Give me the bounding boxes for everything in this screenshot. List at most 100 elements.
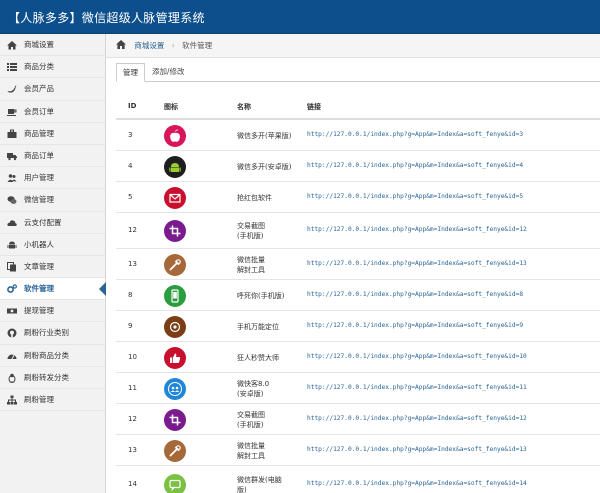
- cup-icon: [7, 107, 17, 117]
- table-row: 12 交易截图 (手机版) http://127.0.0.1/index.php?g=…: [116, 213, 600, 249]
- table-row: 10 狂人秒赞大师 http://127.0.0.1/index.php?g=App…: [116, 342, 600, 373]
- sidebar-item-label: 商城设置: [24, 40, 54, 49]
- row-link[interactable]: http://127.0.0.1/index.php?g=App&m=Index…: [307, 260, 527, 267]
- sidebar-item[interactable]: 会员订单: [0, 101, 105, 123]
- android-icon: [7, 240, 17, 250]
- sidebar-item-label: 商品管理: [24, 128, 54, 138]
- sidebar-item[interactable]: 刷粉转发分类: [0, 367, 105, 389]
- sidebar-item-label: 用户管理: [24, 173, 54, 183]
- row-name-line: 微信批量: [237, 442, 265, 450]
- users-circle-icon: [164, 378, 186, 400]
- android-icon: [164, 156, 186, 178]
- app-title: 【人脉多多】微信超级人脉管理系统: [8, 11, 205, 25]
- sidebar-item-label: 会员订单: [24, 106, 54, 116]
- row-link[interactable]: http://127.0.0.1/index.php?g=App&m=Index…: [307, 226, 527, 233]
- row-name-line: 解封工具: [237, 452, 265, 460]
- money-icon: [7, 306, 17, 316]
- cloud-icon: [7, 218, 17, 228]
- row-name-line: 微快客8.0: [237, 380, 270, 388]
- sidebar-item[interactable]: 提现管理: [0, 300, 105, 323]
- row-link[interactable]: http://127.0.0.1/index.php?g=App&m=Index…: [307, 446, 527, 453]
- tachometer-icon: [7, 351, 17, 361]
- tab-bar: 管理 添加/修改: [116, 63, 600, 82]
- row-name: 交易截图 (手机版): [237, 221, 265, 241]
- cogs-icon: [7, 284, 17, 294]
- row-name: 呼死你(手机版): [237, 291, 284, 301]
- sidebar-item[interactable]: 商品订单: [0, 145, 105, 168]
- sidebar-item[interactable]: 商城设置: [0, 34, 105, 57]
- row-id: 12: [128, 415, 137, 423]
- sidebar-item[interactable]: 微信管理: [0, 189, 105, 212]
- crop-icon: [164, 409, 186, 431]
- sidebar-item[interactable]: 刷粉商品分类: [0, 345, 105, 367]
- sidebar: 商城设置商品分类 会员产品会员订单商品管理商品订单用户管理微信管理云支付配置小机器…: [0, 34, 106, 493]
- row-name: 微快客8.0 (安卓版): [237, 379, 269, 399]
- breadcrumb-separator: ›: [171, 41, 175, 50]
- sidebar-item-label: 文章管理: [24, 261, 54, 271]
- row-name-line: (安卓版): [237, 390, 264, 398]
- header-name: 名称: [237, 103, 251, 111]
- row-id: 8: [128, 291, 133, 299]
- sitemap-icon: [7, 395, 17, 405]
- row-link[interactable]: http://127.0.0.1/index.php?g=App&m=Index…: [307, 353, 527, 360]
- users-icon: [7, 173, 17, 183]
- breadcrumb-parent-link[interactable]: 商城设置: [134, 41, 164, 50]
- row-name-line: 交易截图: [237, 411, 265, 419]
- breadcrumb-current: 软件管理: [182, 41, 213, 50]
- row-name: 抢红包软件: [237, 193, 272, 203]
- briefcase-icon: [7, 129, 17, 139]
- row-name: 微信批量 解封工具: [237, 441, 265, 461]
- row-link[interactable]: http://127.0.0.1/index.php?g=App&m=Index…: [307, 291, 523, 298]
- row-name-line: 版): [237, 486, 247, 493]
- linux-icon: [7, 373, 17, 383]
- table-row: 8 呼死你(手机版) http://127.0.0.1/index.php?g=Ap…: [116, 280, 600, 311]
- row-name: 手机万能定位: [237, 322, 279, 332]
- table-row: 13 微信批量 解封工具 http://127.0.0.1/index.php?g=A…: [116, 435, 600, 466]
- sidebar-item[interactable]: 文章管理: [0, 256, 105, 279]
- row-name-line: 狂人秒赞大师: [237, 354, 279, 362]
- sidebar-item[interactable]: 会员产品: [0, 78, 105, 101]
- tab-manage[interactable]: 管理: [116, 63, 145, 82]
- sidebar-item[interactable]: 商品管理: [0, 123, 105, 145]
- sidebar-item[interactable]: 小机器人: [0, 234, 105, 256]
- table-row: 13 微信批量 解封工具 http://127.0.0.1/index.php?g=A…: [116, 249, 600, 280]
- row-name-line: (手机版): [237, 421, 264, 429]
- top-header: 【人脉多多】微信超级人脉管理系统: [0, 0, 600, 34]
- apple-icon: [164, 125, 186, 147]
- sidebar-item[interactable]: 商品分类: [0, 56, 105, 79]
- row-name: 微信批量 解封工具: [237, 255, 265, 275]
- sidebar-item[interactable]: 刷粉行业类别: [0, 322, 105, 345]
- sidebar-item-label: 刷粉行业类别: [24, 328, 69, 338]
- sidebar-item-label: 微信管理: [24, 195, 54, 205]
- home-icon[interactable]: [116, 35, 126, 49]
- tab-add-edit[interactable]: 添加/修改: [146, 63, 191, 82]
- sidebar-item-label: 云支付配置: [24, 217, 62, 227]
- row-link[interactable]: http://127.0.0.1/index.php?g=App&m=Index…: [307, 384, 527, 391]
- breadcrumb: 商城设置 › 软件管理: [106, 34, 600, 58]
- table-row: 12 交易截图 (手机版) http://127.0.0.1/index.php?g=…: [116, 404, 600, 435]
- sidebar-item[interactable]: 软件管理: [0, 278, 106, 301]
- table-row: 5 抢红包软件 http://127.0.0.1/index.php?g=App&m…: [116, 182, 600, 213]
- sidebar-item-label: 商品订单: [24, 150, 54, 160]
- row-link[interactable]: http://127.0.0.1/index.php?g=App&m=Index…: [307, 131, 523, 138]
- twitter-bird-icon: [7, 84, 17, 94]
- sidebar-item[interactable]: 刷粉管理: [0, 389, 105, 412]
- row-name-line: 抢红包软件: [237, 194, 272, 202]
- wrench-icon: [164, 254, 186, 276]
- row-link[interactable]: http://127.0.0.1/index.php?g=App&m=Index…: [307, 415, 527, 422]
- row-name: 狂人秒赞大师: [237, 353, 279, 363]
- target-icon: [164, 316, 186, 338]
- row-link[interactable]: http://127.0.0.1/index.php?g=App&m=Index…: [307, 162, 523, 169]
- wechat-icon: [7, 195, 17, 205]
- row-link[interactable]: http://127.0.0.1/index.php?g=App&m=Index…: [307, 480, 527, 487]
- row-name-line: 呼死你(手机版): [237, 292, 285, 300]
- sidebar-item[interactable]: 云支付配置: [0, 212, 105, 234]
- row-id: 3: [128, 131, 133, 139]
- row-link[interactable]: http://127.0.0.1/index.php?g=App&m=Index…: [307, 322, 523, 329]
- copy-icon: [7, 261, 17, 272]
- home-icon: [7, 40, 17, 50]
- row-link[interactable]: http://127.0.0.1/index.php?g=App&m=Index…: [307, 193, 523, 200]
- sidebar-item[interactable]: 用户管理: [0, 167, 105, 190]
- row-name-line: 微信群发(电脑: [237, 476, 282, 484]
- row-id: 5: [128, 193, 133, 201]
